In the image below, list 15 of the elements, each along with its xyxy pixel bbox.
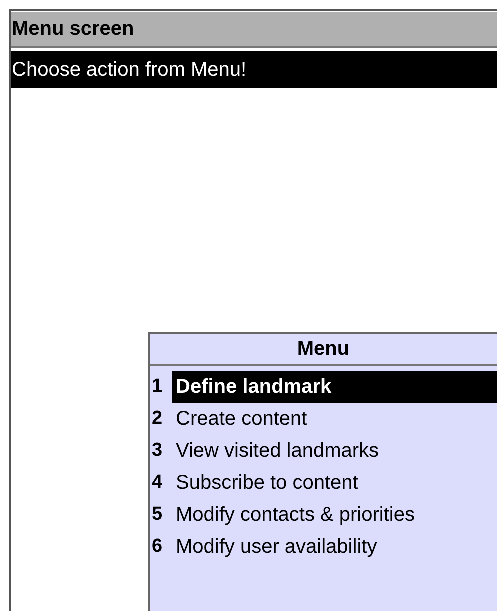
- menu-item[interactable]: Modify contacts & priorities: [172, 499, 497, 531]
- menu-item[interactable]: Subscribe to content: [172, 467, 497, 499]
- menu-title: Menu: [150, 334, 497, 366]
- status-message: Choose action from Menu!: [11, 51, 497, 88]
- item-number: 5: [151, 502, 164, 527]
- menu-item[interactable]: Define landmark: [172, 371, 497, 403]
- menu-item[interactable]: View visited landmarks: [172, 435, 497, 467]
- item-number: 6: [151, 534, 164, 559]
- menu-item[interactable]: Create content: [172, 403, 497, 435]
- item-number: 3: [151, 438, 164, 463]
- menu-item[interactable]: Modify user availability: [172, 531, 497, 563]
- window-title: Menu screen: [11, 12, 497, 48]
- item-number: 2: [151, 406, 164, 431]
- item-number: 1: [151, 374, 164, 399]
- item-number: 4: [151, 470, 164, 495]
